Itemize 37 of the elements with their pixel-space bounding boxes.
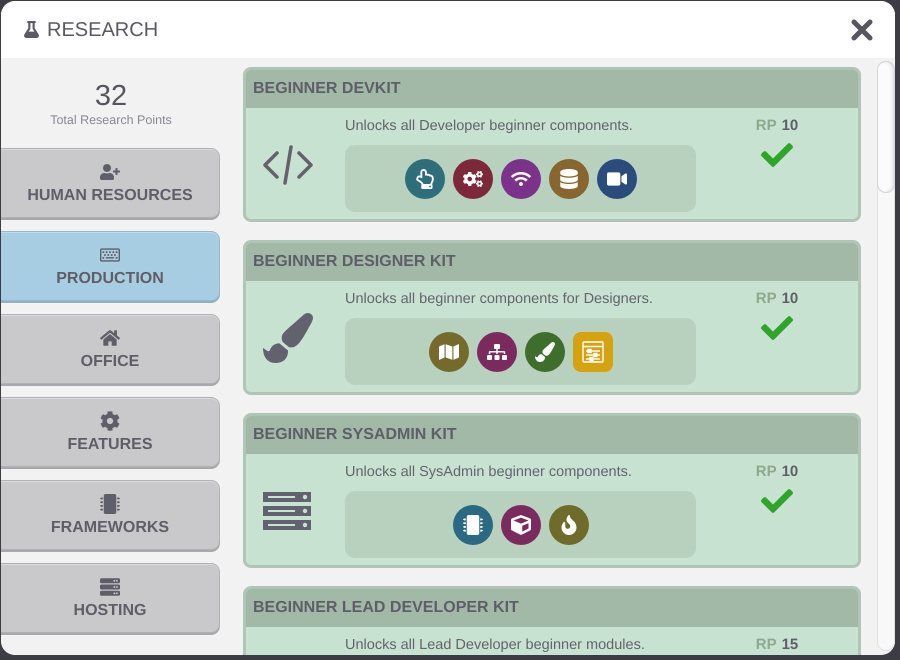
- chip-icon: [100, 494, 120, 514]
- cost-value: 10: [782, 463, 798, 481]
- category-tab[interactable]: FEATURES: [1, 397, 220, 467]
- server-icon: [100, 576, 120, 596]
- research-title: BEGINNER SYSADMIN KIT: [253, 426, 457, 444]
- category-tab[interactable]: OFFICE: [1, 314, 220, 384]
- user-plus-icon: [100, 162, 120, 182]
- category-tab[interactable]: PRODUCTION: [1, 231, 220, 301]
- cost-value: 15: [782, 636, 798, 654]
- flask-icon: [23, 21, 40, 38]
- research-description: Unlocks all Developer beginner components.: [345, 117, 634, 135]
- window-title: RESEARCH: [47, 18, 158, 42]
- research-title: BEGINNER DESIGNER KIT: [253, 253, 456, 271]
- points-total: 32: [94, 80, 128, 112]
- cost-label: RP: [756, 636, 777, 654]
- research-title: BEGINNER LEAD DEVELOPER KIT: [253, 599, 519, 617]
- cost-label: RP: [756, 117, 777, 135]
- points-label: Total Research Points: [50, 112, 172, 128]
- code-icon: [263, 144, 313, 184]
- server-icon: [263, 492, 311, 530]
- cost-label: RP: [756, 290, 777, 308]
- category-tab[interactable]: FRAMEWORKS: [1, 480, 220, 550]
- scrollbar-track[interactable]: [877, 61, 895, 651]
- cost-value: 10: [782, 117, 798, 135]
- research-description: Unlocks all SysAdmin beginner components.: [345, 463, 633, 481]
- research-description: Unlocks all Lead Developer beginner modules.: [345, 636, 646, 654]
- cost-label: RP: [756, 463, 777, 481]
- scrollbar-thumb[interactable]: [877, 61, 895, 193]
- house-icon: [100, 328, 120, 348]
- gear-icon: [100, 410, 120, 430]
- research-title: BEGINNER DEVKIT: [253, 80, 401, 98]
- cost-value: 10: [782, 290, 798, 308]
- category-tab[interactable]: HOSTING: [1, 563, 220, 633]
- research-description: Unlocks all beginner components for Designers.: [345, 290, 654, 308]
- paintbrush-icon: [263, 312, 313, 362]
- close-button[interactable]: [851, 18, 873, 40]
- category-tab[interactable]: HUMAN RESOURCES: [1, 148, 220, 218]
